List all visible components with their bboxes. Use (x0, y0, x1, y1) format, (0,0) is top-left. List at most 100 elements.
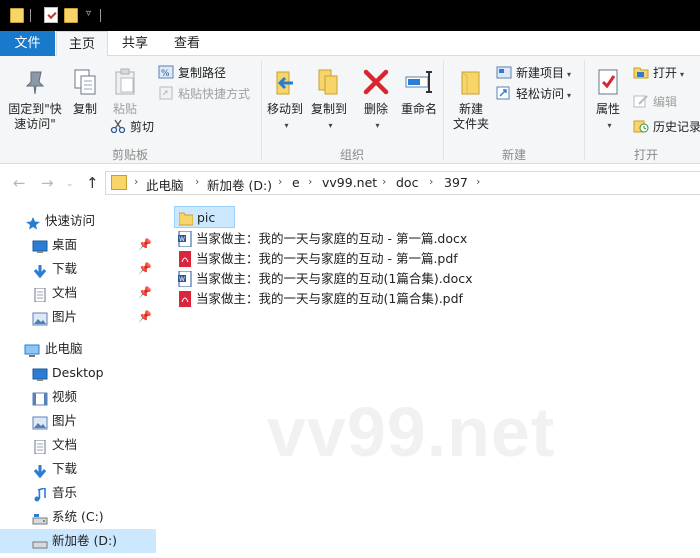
new-item-icon (496, 65, 512, 79)
file-name: pic (197, 210, 216, 225)
nav-item-downloads[interactable]: 下载 📌 (0, 257, 156, 281)
group-label-open: 打开 (633, 148, 658, 162)
copy-icon (69, 66, 101, 98)
breadcrumb-separator-icon[interactable]: › (308, 175, 312, 188)
history-button[interactable]: 历史记录 (633, 118, 700, 136)
breadcrumb-separator-icon[interactable]: › (134, 175, 138, 188)
nav-item-music[interactable]: 音乐 (0, 481, 156, 505)
properties-icon (592, 66, 624, 98)
copy-button[interactable]: 复制 (68, 66, 102, 117)
nav-item-pc-pictures[interactable]: 图片 (0, 409, 156, 433)
pin-icon (19, 66, 51, 98)
copy-path-button[interactable]: % 复制路径 (158, 64, 226, 82)
open-dropdown-icon: ▾ (680, 70, 685, 79)
nav-label: 新加卷 (D:) (52, 533, 118, 548)
breadcrumb-separator-icon[interactable]: › (429, 175, 433, 188)
star-icon (25, 214, 41, 230)
address-bar[interactable]: › 此电脑 › 新加卷 (D:) › e › vv99.net › doc › … (105, 171, 700, 195)
properties-icon[interactable] (44, 7, 58, 23)
group-separator (261, 60, 262, 160)
customize-quick-access-chevron-icon[interactable]: ▿ (86, 8, 91, 19)
tab-view[interactable]: 查看 (164, 31, 210, 56)
tab-share[interactable]: 共享 (112, 31, 158, 56)
delete-dropdown-icon: ▾ (375, 121, 380, 130)
open-button[interactable]: 打开 ▾ (633, 64, 684, 82)
rename-label: 重命名 (400, 102, 437, 116)
history-icon (633, 119, 649, 133)
group-label-organize: 组织 (339, 148, 364, 162)
paste-shortcut-button[interactable]: 粘贴快捷方式 (158, 85, 250, 103)
title-bar: ▿ (0, 0, 700, 31)
nav-item-pc-documents[interactable]: 文档 (0, 433, 156, 457)
nav-item-pc-desktop[interactable]: Desktop (0, 361, 156, 385)
breadcrumb-397[interactable]: 397 (444, 175, 468, 190)
delete-button[interactable]: 删除 ▾ (360, 66, 392, 133)
ribbon-tabs: 文件 主页 共享 查看 (0, 31, 700, 57)
easy-access-button[interactable]: 轻松访问 ▾ (496, 85, 571, 103)
picture-icon (32, 414, 48, 430)
move-to-button[interactable]: 移动到 ▾ (264, 66, 306, 133)
tab-file[interactable]: 文件 (0, 31, 55, 56)
tab-home[interactable]: 主页 (56, 31, 108, 57)
ribbon: 固定到"快 速访问" 复制 粘贴 % 复制路径 粘贴快捷方式 剪切 剪贴板 移动… (0, 56, 700, 164)
nav-item-new-volume-d[interactable]: 新加卷 (D:) (0, 529, 156, 553)
properties-dropdown-icon: ▾ (607, 121, 612, 130)
paste-icon (109, 66, 141, 98)
pin-icon: 📌 (138, 286, 152, 299)
breadcrumb-doc[interactable]: doc (396, 175, 418, 190)
new-folder-button[interactable]: 新建 文件夹 (450, 66, 492, 132)
move-to-dropdown-icon: ▾ (284, 121, 289, 130)
pin-to-quick-access-button[interactable]: 固定到"快 速访问" (4, 66, 66, 132)
paste-button[interactable]: 粘贴 (108, 66, 142, 117)
navigation-pane: 快速访问 桌面 📌 下载 📌 文档 📌 图片 📌 此电脑 Desktop 视频 … (0, 202, 156, 553)
up-arrow-icon[interactable]: ↑ (86, 174, 99, 192)
nav-item-system-c[interactable]: 系统 (C:) (0, 505, 156, 529)
open-label: 打开 (653, 66, 678, 80)
breadcrumb-this-pc[interactable]: 此电脑 (146, 175, 184, 194)
new-item-dropdown-icon: ▾ (567, 70, 572, 79)
pin-icon: 📌 (138, 262, 152, 275)
download-arrow-icon (32, 262, 48, 279)
nav-label: 快速访问 (45, 213, 96, 228)
nav-item-desktop[interactable]: 桌面 📌 (0, 233, 156, 257)
recent-locations-chevron-icon[interactable]: ⌄ (66, 179, 74, 189)
nav-item-pictures[interactable]: 图片 📌 (0, 305, 156, 329)
computer-icon (24, 342, 40, 357)
breadcrumb-separator-icon[interactable]: › (476, 175, 480, 188)
group-label-clipboard: 剪贴板 (111, 148, 148, 162)
breadcrumb-drive-d[interactable]: 新加卷 (D:) (207, 175, 272, 194)
folder-icon[interactable] (10, 8, 24, 23)
nav-item-this-pc[interactable]: 此电脑 (0, 337, 156, 361)
document-icon (32, 286, 48, 303)
edit-button[interactable]: 编辑 (633, 93, 677, 111)
open-icon (633, 65, 649, 79)
copy-to-dropdown-icon: ▾ (328, 121, 333, 130)
nav-item-quick-access[interactable]: 快速访问 (0, 209, 156, 233)
new-item-button[interactable]: 新建项目 ▾ (496, 64, 571, 82)
nav-item-videos[interactable]: 视频 (0, 385, 156, 409)
drive-icon (32, 510, 48, 525)
easy-access-dropdown-icon: ▾ (567, 91, 572, 100)
copy-to-label: 复制到 (310, 102, 347, 116)
forward-arrow-icon[interactable]: → (41, 174, 54, 192)
copy-path-icon: % (158, 65, 174, 79)
file-name: 当家做主：我的一天与家庭的互动(1篇合集).docx (196, 271, 473, 286)
breadcrumb-separator-icon[interactable]: › (382, 175, 386, 188)
back-arrow-icon[interactable]: ← (13, 174, 26, 192)
new-folder-icon[interactable] (64, 8, 78, 23)
nav-label: 桌面 (52, 237, 78, 252)
list-item[interactable]: pic (174, 206, 235, 228)
rename-button[interactable]: 重命名 (398, 66, 440, 117)
breadcrumb-separator-icon[interactable]: › (278, 175, 282, 188)
cut-button[interactable]: 剪切 (110, 118, 154, 136)
breadcrumb-separator-icon[interactable]: › (195, 175, 199, 188)
pin-label: 固定到"快 速访问" (8, 102, 62, 131)
copy-to-button[interactable]: 复制到 ▾ (308, 66, 350, 133)
properties-button[interactable]: 属性 ▾ (590, 66, 626, 133)
breadcrumb-vv99[interactable]: vv99.net (322, 175, 377, 190)
watermark: vv99.net (267, 393, 556, 471)
breadcrumb-e[interactable]: e (292, 175, 300, 190)
nav-item-documents[interactable]: 文档 📌 (0, 281, 156, 305)
nav-item-pc-downloads[interactable]: 下载 (0, 457, 156, 481)
download-arrow-icon (32, 462, 48, 479)
